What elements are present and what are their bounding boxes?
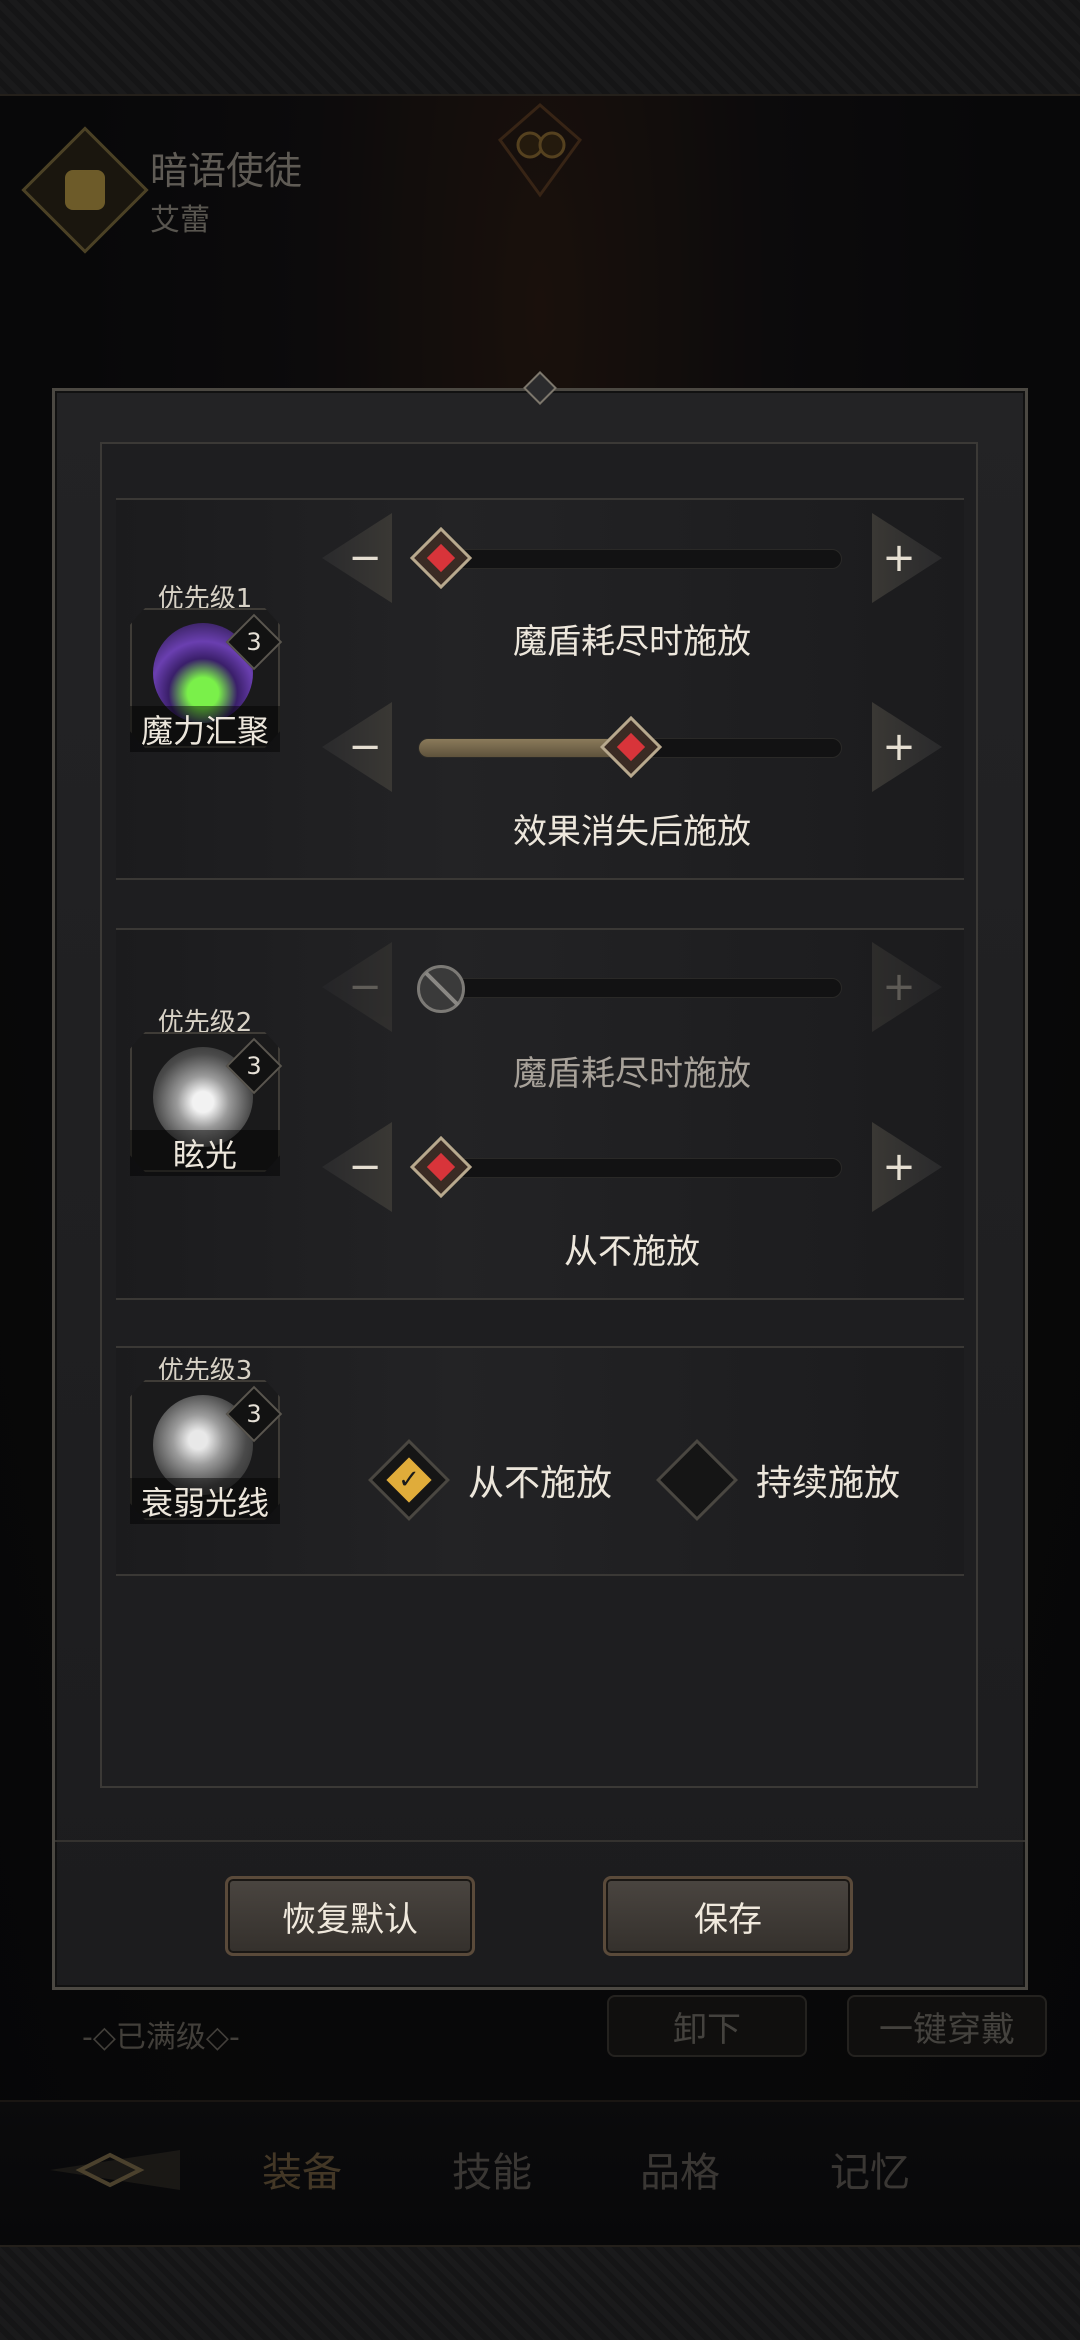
skill-card-2[interactable]: 优先级2 3 眩光 [130,1002,283,1176]
plus-icon: + [882,535,916,581]
slider-track[interactable] [409,526,842,590]
cast-slider-2a: − + [322,942,942,1032]
slider-caption: 魔盾耗尽时施放 [513,1054,751,1094]
slider-track[interactable] [418,715,842,779]
slider-caption: 魔盾耗尽时施放 [513,622,751,662]
reset-default-button[interactable]: 恢复默认 [225,1876,475,1956]
cast-slider-1b[interactable]: − + [322,702,942,792]
slider-caption: 从不施放 [564,1232,700,1272]
plus-icon: + [882,964,916,1010]
minus-icon: − [348,535,382,581]
option-label: 持续施放 [756,1463,901,1504]
skill-card-1[interactable]: 优先级1 3 魔力汇聚 [130,578,283,752]
increase-button: + [872,942,942,1032]
minus-icon: − [348,964,382,1010]
cast-slider-2b[interactable]: − + [322,1122,942,1212]
minus-icon: − [348,724,382,770]
decrease-button: − [322,942,392,1032]
slider-track [417,965,842,1013]
option-never-cast[interactable]: ✓ 从不施放 [367,1438,613,1522]
increase-button[interactable]: + [872,513,942,603]
check-icon: ✓ [398,1465,420,1495]
save-button[interactable]: 保存 [603,1876,853,1956]
cast-slider-1a[interactable]: − + [322,513,942,603]
checkbox-checked[interactable]: ✓ [367,1438,451,1522]
skill-name: 魔力汇聚 [130,706,280,752]
option-continuous-cast[interactable]: 持续施放 [655,1438,901,1522]
disabled-icon [417,965,465,1013]
slider-caption: 效果消失后施放 [513,812,751,852]
slider-track[interactable] [409,1135,842,1199]
skill-card-3[interactable]: 优先级3 3 衰弱光线 [130,1350,283,1524]
plus-icon: + [882,1144,916,1190]
skill-name: 衰弱光线 [130,1478,280,1524]
slider-thumb[interactable] [409,1135,473,1199]
slider-thumb[interactable] [409,526,473,590]
plus-icon: + [882,724,916,770]
increase-button[interactable]: + [872,702,942,792]
slider-fill [419,739,629,757]
option-label: 从不施放 [468,1463,613,1504]
checkbox-unchecked[interactable] [655,1438,739,1522]
footer-divider [55,1840,1025,1842]
skill-name: 眩光 [130,1130,280,1176]
decrease-button[interactable]: − [322,513,392,603]
decrease-button[interactable]: − [322,702,392,792]
minus-icon: − [348,1144,382,1190]
slider-thumb[interactable] [599,715,663,779]
decrease-button[interactable]: − [322,1122,392,1212]
increase-button[interactable]: + [872,1122,942,1212]
